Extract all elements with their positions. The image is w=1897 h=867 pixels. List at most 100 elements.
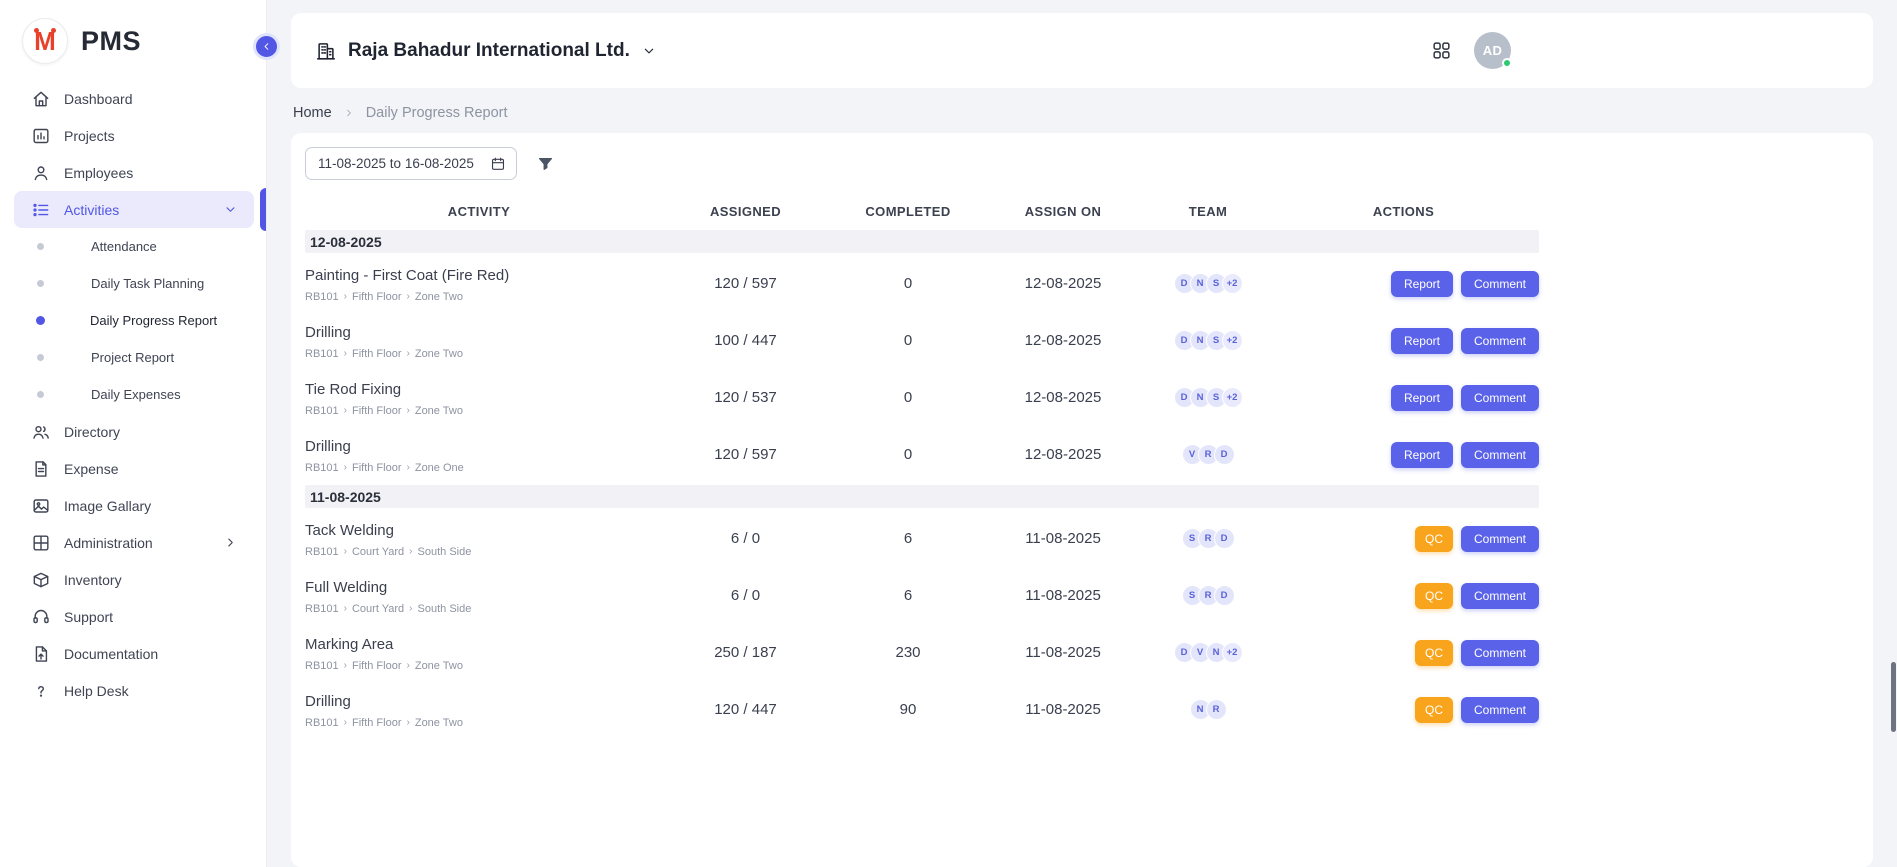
assigned-cell: 250 / 187 <box>653 644 838 661</box>
apps-grid-icon[interactable] <box>1431 40 1452 61</box>
chevron-right-icon: › <box>344 660 347 671</box>
help-icon <box>31 681 51 701</box>
completed-cell: 0 <box>838 332 978 349</box>
breadcrumb-home[interactable]: Home <box>293 105 332 121</box>
sidebar-item-employees[interactable]: Employees <box>14 154 254 191</box>
sidebar-item-daily-expenses[interactable]: Daily Expenses <box>0 376 266 413</box>
comment-button[interactable]: Comment <box>1461 640 1539 666</box>
sidebar-item-image-gallary[interactable]: Image Gallary <box>14 487 254 524</box>
sidebar-item-directory[interactable]: Directory <box>14 413 254 450</box>
activity-cell: DrillingRB101›Fifth Floor›Zone Two <box>305 691 653 729</box>
sidebar-item-daily-task-planning[interactable]: Daily Task Planning <box>0 265 266 302</box>
comment-button[interactable]: Comment <box>1461 271 1539 297</box>
actions-cell: QC Comment <box>1268 640 1539 666</box>
comment-button[interactable]: Comment <box>1461 697 1539 723</box>
table-row: Painting - First Coat (Fire Red)RB101›Fi… <box>305 255 1539 312</box>
qc-button[interactable]: QC <box>1415 640 1453 666</box>
page-scrollbar[interactable] <box>1891 0 1896 867</box>
path-segment: RB101 <box>305 291 339 303</box>
path-segment: RB101 <box>305 717 339 729</box>
comment-button[interactable]: Comment <box>1461 328 1539 354</box>
sidebar-item-expense[interactable]: Expense <box>14 450 254 487</box>
sidebar-item-label: Image Gallary <box>64 498 244 514</box>
column-header: COMPLETED <box>838 204 978 219</box>
sidebar-item-label: Inventory <box>64 572 244 588</box>
report-button[interactable]: Report <box>1391 385 1453 411</box>
chevron-right-icon: › <box>407 348 410 359</box>
sidebar-nav: DashboardProjectsEmployeesActivitiesAtte… <box>0 80 266 709</box>
support-icon <box>31 607 51 627</box>
filter-icon[interactable] <box>537 155 554 172</box>
team-overflow-badge: +2 <box>1222 387 1243 408</box>
chevron-right-icon: › <box>407 660 410 671</box>
sidebar-subitem-label: Project Report <box>91 350 174 365</box>
calendar-icon[interactable] <box>490 156 506 172</box>
path-segment: RB101 <box>305 348 339 360</box>
activity-path: RB101›Fifth Floor›Zone Two <box>305 348 653 360</box>
activity-cell: Tie Rod FixingRB101›Fifth Floor›Zone Two <box>305 379 653 417</box>
column-header: ACTIONS <box>1268 204 1539 219</box>
chevron-down-icon <box>223 202 238 217</box>
report-button[interactable]: Report <box>1391 328 1453 354</box>
report-button[interactable]: Report <box>1391 442 1453 468</box>
activities-icon <box>31 200 51 220</box>
breadcrumb: Home Daily Progress Report <box>293 105 1873 121</box>
comment-button[interactable]: Comment <box>1461 442 1539 468</box>
actions-cell: Report Comment <box>1268 328 1539 354</box>
sidebar-item-activities[interactable]: Activities <box>14 191 254 228</box>
chevron-right-icon: › <box>344 348 347 359</box>
table-header-row: ACTIVITYASSIGNEDCOMPLETEDASSIGN ONTEAMAC… <box>305 194 1539 228</box>
sidebar-item-documentation[interactable]: Documentation <box>14 635 254 672</box>
sidebar-item-inventory[interactable]: Inventory <box>14 561 254 598</box>
team-overflow-badge: +2 <box>1222 330 1243 351</box>
sidebar-item-help-desk[interactable]: Help Desk <box>14 672 254 709</box>
sidebar-item-daily-progress-report[interactable]: Daily Progress Report <box>0 302 266 339</box>
qc-button[interactable]: QC <box>1415 583 1453 609</box>
activity-title: Tack Welding <box>305 522 653 539</box>
projects-icon <box>31 126 51 146</box>
sidebar-item-label: Help Desk <box>64 683 244 699</box>
scrollbar-thumb[interactable] <box>1891 662 1896 732</box>
date-range-input[interactable] <box>316 155 484 172</box>
sidebar-collapse-button[interactable] <box>253 33 280 60</box>
comment-button[interactable]: Comment <box>1461 385 1539 411</box>
online-status-dot <box>1502 58 1512 68</box>
sidebar-subitem-label: Daily Expenses <box>91 387 181 402</box>
content-card: ACTIVITYASSIGNEDCOMPLETEDASSIGN ONTEAMAC… <box>291 133 1873 867</box>
gallery-icon <box>31 496 51 516</box>
table-row: Tack WeldingRB101›Court Yard›South Side6… <box>305 510 1539 567</box>
path-segment: Fifth Floor <box>352 462 402 474</box>
path-segment: Zone Two <box>415 717 463 729</box>
user-avatar[interactable]: AD <box>1474 32 1511 69</box>
breadcrumb-current: Daily Progress Report <box>366 105 508 121</box>
completed-cell: 0 <box>838 446 978 463</box>
activity-cell: DrillingRB101›Fifth Floor›Zone One <box>305 436 653 474</box>
sidebar-item-label: Administration <box>64 535 210 551</box>
table-row: DrillingRB101›Fifth Floor›Zone One120 / … <box>305 426 1539 483</box>
qc-button[interactable]: QC <box>1415 697 1453 723</box>
activity-cell: Tack WeldingRB101›Court Yard›South Side <box>305 520 653 558</box>
sidebar-item-support[interactable]: Support <box>14 598 254 635</box>
table-row: Full WeldingRB101›Court Yard›South Side6… <box>305 567 1539 624</box>
sidebar-item-project-report[interactable]: Project Report <box>0 339 266 376</box>
report-button[interactable]: Report <box>1391 271 1453 297</box>
team-overflow-badge: +2 <box>1222 642 1243 663</box>
path-segment: Zone Two <box>415 348 463 360</box>
sidebar-item-attendance[interactable]: Attendance <box>0 228 266 265</box>
bullet-icon <box>37 354 44 361</box>
sidebar-item-administration[interactable]: Administration <box>14 524 254 561</box>
main-area: Raja Bahadur International Ltd. AD Home … <box>267 0 1897 867</box>
comment-button[interactable]: Comment <box>1461 526 1539 552</box>
bullet-icon <box>36 316 45 325</box>
sidebar-item-projects[interactable]: Projects <box>14 117 254 154</box>
qc-button[interactable]: QC <box>1415 526 1453 552</box>
path-segment: Court Yard <box>352 603 404 615</box>
team-avatar: R <box>1206 699 1227 720</box>
comment-button[interactable]: Comment <box>1461 583 1539 609</box>
date-range-picker[interactable] <box>305 147 517 180</box>
team-avatar: D <box>1214 528 1235 549</box>
sidebar-item-dashboard[interactable]: Dashboard <box>14 80 254 117</box>
company-selector[interactable]: Raja Bahadur International Ltd. <box>315 40 657 62</box>
sidebar-item-label: Directory <box>64 424 244 440</box>
completed-cell: 6 <box>838 587 978 604</box>
